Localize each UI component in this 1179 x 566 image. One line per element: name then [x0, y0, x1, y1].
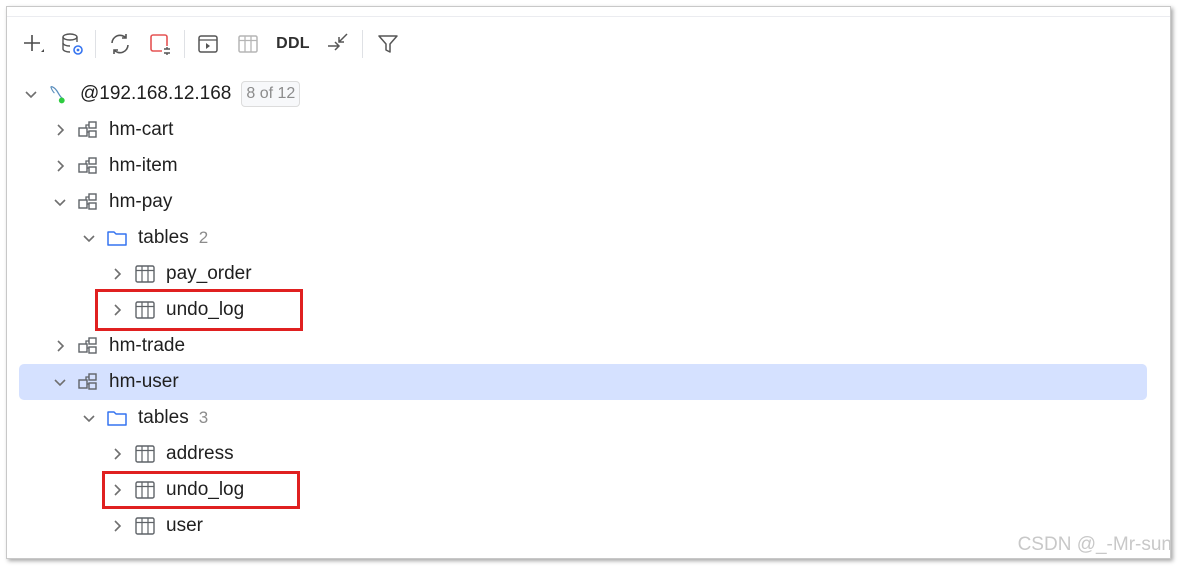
- schema-label: hm-pay: [109, 191, 173, 212]
- connection-label: @192.168.12.168: [80, 83, 232, 104]
- chevron-down-icon[interactable]: [52, 374, 68, 390]
- table-view-icon[interactable]: [233, 27, 263, 61]
- watermark: CSDN @_-Mr-sun: [1017, 534, 1171, 555]
- toolbar-separator: [184, 30, 185, 58]
- tree-node-schema[interactable]: hm-cart: [7, 112, 1170, 148]
- tree-node-tables-folder[interactable]: tables 3: [7, 400, 1170, 436]
- chevron-right-icon[interactable]: [109, 302, 125, 318]
- tree-node-connection[interactable]: @192.168.12.168 8 of 12: [7, 76, 1170, 112]
- plus-icon[interactable]: [17, 27, 49, 61]
- mysql-dolphin-icon: [48, 83, 70, 105]
- database-explorer-panel: DDL @192.168.12.168 8 of 12 hm-cart hm-i…: [6, 6, 1171, 559]
- tree-node-schema[interactable]: hm-trade: [7, 328, 1170, 364]
- refresh-icon[interactable]: [105, 27, 135, 61]
- chevron-right-icon[interactable]: [52, 158, 68, 174]
- folder-label: tables: [138, 227, 189, 248]
- table-label: undo_log: [166, 299, 245, 320]
- table-icon: [134, 299, 156, 321]
- filter-icon[interactable]: [373, 27, 403, 61]
- schema-label: hm-item: [109, 155, 178, 176]
- folder-icon: [106, 407, 128, 429]
- ddl-button[interactable]: DDL: [273, 27, 313, 61]
- toolbar-separator: [362, 30, 363, 58]
- tree-node-schema[interactable]: hm-user: [7, 364, 1170, 400]
- tree-node-table[interactable]: pay_order: [7, 256, 1170, 292]
- schema-icon: [77, 371, 99, 393]
- table-count: 2: [198, 228, 209, 247]
- schema-icon: [77, 191, 99, 213]
- chevron-down-icon[interactable]: [23, 86, 39, 102]
- table-icon: [134, 479, 156, 501]
- tree-node-tables-folder[interactable]: tables 2: [7, 220, 1170, 256]
- table-label: user: [166, 515, 203, 536]
- folder-icon: [106, 227, 128, 249]
- toolbar-separator: [95, 30, 96, 58]
- chevron-right-icon[interactable]: [109, 518, 125, 534]
- schema-label: hm-cart: [109, 119, 174, 140]
- tree-node-schema[interactable]: hm-item: [7, 148, 1170, 184]
- table-label: pay_order: [166, 263, 252, 284]
- folder-label: tables: [138, 407, 189, 428]
- schema-label: hm-user: [109, 371, 179, 392]
- disconnect-icon[interactable]: [145, 27, 175, 61]
- chevron-down-icon[interactable]: [81, 410, 97, 426]
- chevron-down-icon[interactable]: [81, 230, 97, 246]
- tree-node-schema[interactable]: hm-pay: [7, 184, 1170, 220]
- schema-icon: [77, 335, 99, 357]
- schema-icon: [77, 119, 99, 141]
- schema-count-badge: 8 of 12: [241, 81, 301, 107]
- datasource-settings-icon[interactable]: [57, 27, 87, 61]
- top-divider: [7, 16, 1170, 17]
- toolbar: DDL: [7, 27, 1170, 61]
- tree-node-table[interactable]: user: [7, 508, 1170, 544]
- chevron-right-icon[interactable]: [109, 266, 125, 282]
- table-icon: [134, 515, 156, 537]
- tree-node-table[interactable]: undo_log: [7, 292, 1170, 328]
- tree-node-table[interactable]: address: [7, 436, 1170, 472]
- schema-icon: [77, 155, 99, 177]
- chevron-down-icon[interactable]: [52, 194, 68, 210]
- table-label: undo_log: [166, 479, 245, 500]
- jump-to-source-icon[interactable]: [323, 27, 353, 61]
- chevron-right-icon[interactable]: [109, 482, 125, 498]
- schema-label: hm-trade: [109, 335, 186, 356]
- table-icon: [134, 443, 156, 465]
- chevron-right-icon[interactable]: [109, 446, 125, 462]
- tree-node-table[interactable]: undo_log: [7, 472, 1170, 508]
- table-label: address: [166, 443, 234, 464]
- chevron-right-icon[interactable]: [52, 122, 68, 138]
- table-count: 3: [198, 408, 209, 427]
- console-icon[interactable]: [193, 27, 223, 61]
- chevron-right-icon[interactable]: [52, 338, 68, 354]
- table-icon: [134, 263, 156, 285]
